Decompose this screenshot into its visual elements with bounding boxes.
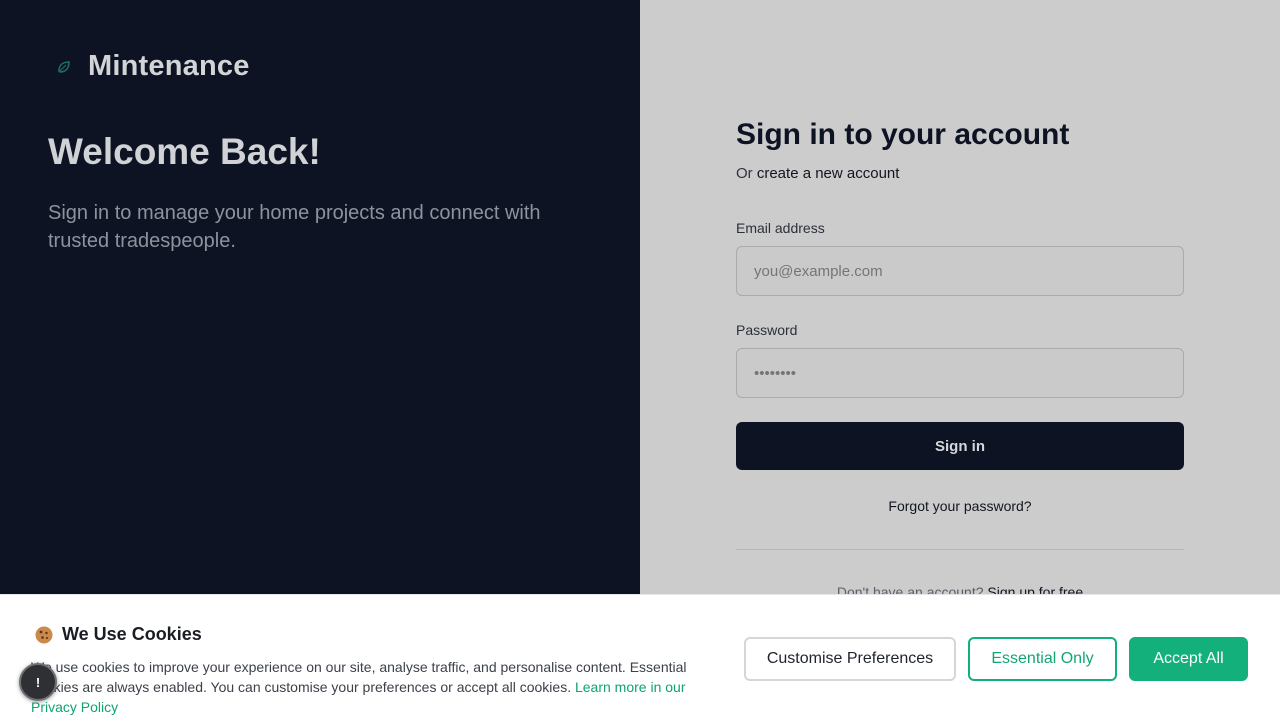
cookie-header: We Use Cookies [34,624,202,645]
signin-button[interactable]: Sign in [736,422,1184,470]
brand[interactable]: Mintenance [56,50,250,83]
hero-tagline: Sign in to manage your home projects and… [48,202,541,252]
accept-all-button[interactable]: Accept All [1129,637,1248,681]
create-account-line: Or create a new account [736,165,899,182]
brand-name: Mintenance [88,50,250,82]
divider [736,549,1184,550]
leaf-logo-icon [56,59,72,75]
email-label: Email address [736,220,825,236]
forgot-password-link[interactable]: Forgot your password? [736,498,1184,514]
password-field[interactable] [736,348,1184,398]
create-account-link[interactable]: create a new account [757,165,900,182]
email-field[interactable] [736,246,1184,296]
signin-title: Sign in to your account [736,118,1070,151]
cookie-icon [34,625,54,645]
customise-preferences-button[interactable]: Customise Preferences [744,637,956,681]
essential-only-button[interactable]: Essential Only [968,637,1117,681]
or-prefix: Or [736,165,757,182]
password-label: Password [736,322,798,338]
cookie-banner: We Use Cookies We use cookies to improve… [0,594,1280,720]
notification-icon[interactable]: ! [19,663,57,701]
cookie-title: We Use Cookies [62,624,202,644]
welcome-heading: Welcome Back! [48,131,321,172]
cookie-description: We use cookies to improve your experienc… [31,657,731,717]
